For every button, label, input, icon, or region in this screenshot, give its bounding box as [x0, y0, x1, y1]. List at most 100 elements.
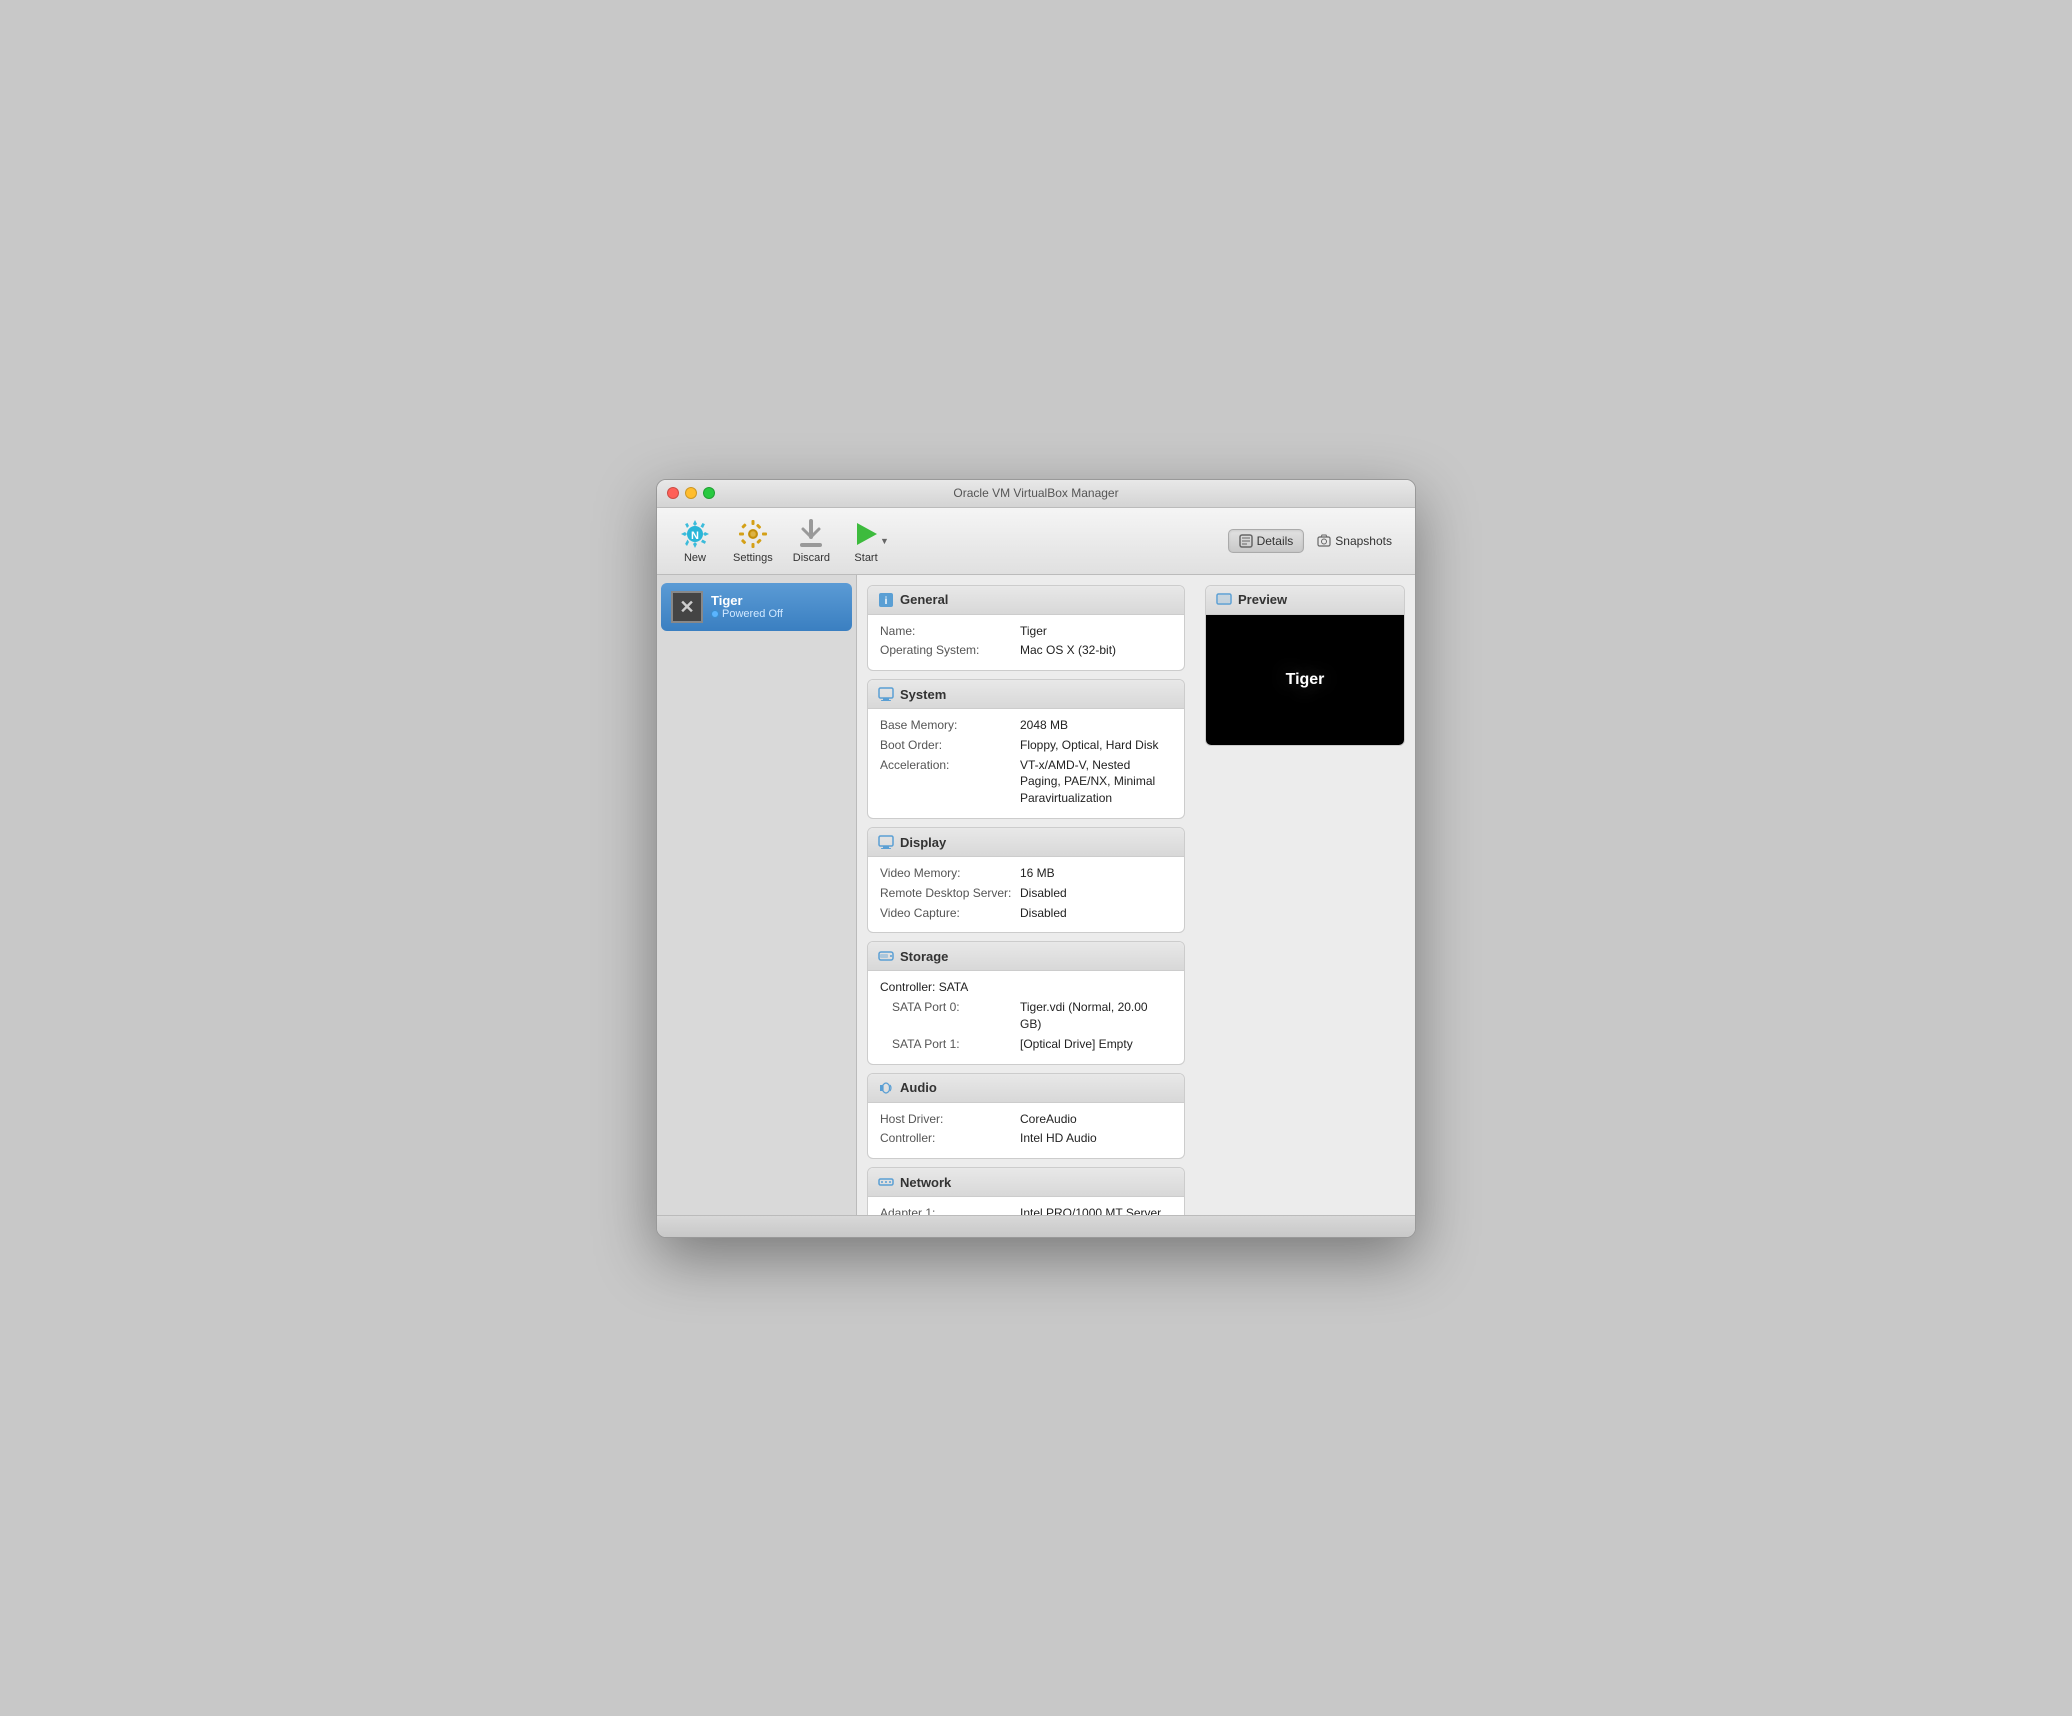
view-tabs: Details Snapshots: [1228, 529, 1403, 553]
system-memory-row: Base Memory: 2048 MB: [880, 717, 1172, 734]
system-memory-label: Base Memory:: [880, 717, 1020, 734]
new-icon: N: [679, 518, 711, 550]
vm-info: Tiger Powered Off: [711, 593, 783, 620]
storage-controller-row: Controller: SATA: [880, 979, 1172, 996]
preview-display: Tiger: [1206, 615, 1404, 745]
vm-list-item[interactable]: ✕ Tiger Powered Off: [661, 583, 852, 631]
snapshots-tab-label: Snapshots: [1335, 534, 1392, 548]
display-rds-row: Remote Desktop Server: Disabled: [880, 885, 1172, 902]
general-name-value: Tiger: [1020, 623, 1047, 640]
display-rds-value: Disabled: [1020, 885, 1067, 902]
display-vmem-row: Video Memory: 16 MB: [880, 865, 1172, 882]
system-title: System: [900, 687, 946, 702]
system-boot-label: Boot Order:: [880, 737, 1020, 754]
general-name-row: Name: Tiger: [880, 623, 1172, 640]
system-accel-label: Acceleration:: [880, 757, 1020, 807]
general-name-label: Name:: [880, 623, 1020, 640]
general-title: General: [900, 592, 948, 607]
storage-header: Storage: [868, 942, 1184, 971]
network-section: Network Adapter 1: Intel PRO/1000 MT Ser…: [867, 1167, 1185, 1214]
general-header: i General: [868, 586, 1184, 615]
general-os-value: Mac OS X (32-bit): [1020, 642, 1116, 659]
settings-icon: [737, 518, 769, 550]
maximize-button[interactable]: [703, 487, 715, 499]
minimize-button[interactable]: [685, 487, 697, 499]
audio-title: Audio: [900, 1080, 937, 1095]
storage-controller-value: Controller: SATA: [880, 979, 968, 996]
vm-sidebar: ✕ Tiger Powered Off: [657, 575, 857, 1215]
network-title: Network: [900, 1175, 951, 1190]
network-icon: [878, 1174, 894, 1190]
details-tab[interactable]: Details: [1228, 529, 1305, 553]
network-adapter-label: Adapter 1:: [880, 1205, 1020, 1214]
preview-header: Preview: [1206, 586, 1404, 615]
general-os-row: Operating System: Mac OS X (32-bit): [880, 642, 1172, 659]
new-label: New: [684, 552, 706, 564]
preview-card: Preview Tiger: [1205, 585, 1405, 746]
storage-section: Storage Controller: SATA SATA Port 0: Ti…: [867, 941, 1185, 1064]
network-adapter-row: Adapter 1: Intel PRO/1000 MT Server (NAT…: [880, 1205, 1172, 1214]
storage-title: Storage: [900, 949, 948, 964]
audio-driver-row: Host Driver: CoreAudio: [880, 1111, 1172, 1128]
network-header: Network: [868, 1168, 1184, 1197]
vm-status-text: Powered Off: [722, 608, 783, 620]
system-boot-row: Boot Order: Floppy, Optical, Hard Disk: [880, 737, 1172, 754]
storage-port1-row: SATA Port 1: [Optical Drive] Empty: [880, 1036, 1172, 1053]
system-accel-value: VT-x/AMD-V, Nested Paging, PAE/NX, Minim…: [1020, 757, 1172, 807]
display-vcap-row: Video Capture: Disabled: [880, 905, 1172, 922]
storage-port0-label: SATA Port 0:: [880, 999, 1020, 1033]
system-memory-value: 2048 MB: [1020, 717, 1068, 734]
snapshots-tab-icon: [1317, 534, 1331, 548]
audio-icon: [878, 1080, 894, 1096]
new-button[interactable]: N New: [669, 514, 721, 568]
status-bar: [657, 1215, 1415, 1237]
preview-panel: Preview Tiger: [1195, 575, 1415, 1215]
system-header: System: [868, 680, 1184, 709]
display-section: Display Video Memory: 16 MB Remote Deskt…: [867, 827, 1185, 933]
discard-button[interactable]: Discard: [785, 514, 838, 568]
storage-port0-value: Tiger.vdi (Normal, 20.00 GB): [1020, 999, 1172, 1033]
vm-name: Tiger: [711, 593, 783, 608]
storage-port1-label: SATA Port 1:: [880, 1036, 1020, 1053]
window-title: Oracle VM VirtualBox Manager: [953, 486, 1118, 500]
traffic-lights: [667, 487, 715, 499]
storage-port0-row: SATA Port 0: Tiger.vdi (Normal, 20.00 GB…: [880, 999, 1172, 1033]
preview-title: Preview: [1238, 592, 1287, 607]
settings-label: Settings: [733, 552, 773, 564]
audio-controller-value: Intel HD Audio: [1020, 1130, 1097, 1147]
display-vcap-label: Video Capture:: [880, 905, 1020, 922]
snapshots-tab[interactable]: Snapshots: [1306, 529, 1403, 553]
system-accel-row: Acceleration: VT-x/AMD-V, Nested Paging,…: [880, 757, 1172, 807]
audio-driver-value: CoreAudio: [1020, 1111, 1077, 1128]
start-button[interactable]: Start ▼: [842, 514, 897, 568]
main-window: Oracle VM VirtualBox Manager: [656, 479, 1416, 1238]
start-icon: [850, 518, 882, 550]
general-body: Name: Tiger Operating System: Mac OS X (…: [868, 615, 1184, 671]
display-title: Display: [900, 835, 946, 850]
system-section: System Base Memory: 2048 MB Boot Order: …: [867, 679, 1185, 819]
display-header: Display: [868, 828, 1184, 857]
network-body: Adapter 1: Intel PRO/1000 MT Server (NAT…: [868, 1197, 1184, 1214]
close-button[interactable]: [667, 487, 679, 499]
general-icon: i: [878, 592, 894, 608]
display-icon: [878, 834, 894, 850]
display-vmem-value: 16 MB: [1020, 865, 1055, 882]
network-adapter-value: Intel PRO/1000 MT Server (NAT): [1020, 1205, 1172, 1214]
storage-body: Controller: SATA SATA Port 0: Tiger.vdi …: [868, 971, 1184, 1063]
svg-text:i: i: [885, 596, 888, 607]
system-body: Base Memory: 2048 MB Boot Order: Floppy,…: [868, 709, 1184, 818]
vm-status: Powered Off: [711, 608, 783, 620]
audio-driver-label: Host Driver:: [880, 1111, 1020, 1128]
start-dropdown-arrow[interactable]: ▼: [880, 536, 889, 546]
system-boot-value: Floppy, Optical, Hard Disk: [1020, 737, 1159, 754]
preview-icon: [1216, 592, 1232, 608]
audio-controller-label: Controller:: [880, 1130, 1020, 1147]
display-body: Video Memory: 16 MB Remote Desktop Serve…: [868, 857, 1184, 932]
general-os-label: Operating System:: [880, 642, 1020, 659]
audio-body: Host Driver: CoreAudio Controller: Intel…: [868, 1103, 1184, 1159]
details-tab-icon: [1239, 534, 1253, 548]
main-content: ✕ Tiger Powered Off: [657, 575, 1415, 1215]
general-section: i General Name: Tiger Operating System: …: [867, 585, 1185, 672]
settings-button[interactable]: Settings: [725, 514, 781, 568]
preview-vm-name: Tiger: [1286, 671, 1325, 689]
